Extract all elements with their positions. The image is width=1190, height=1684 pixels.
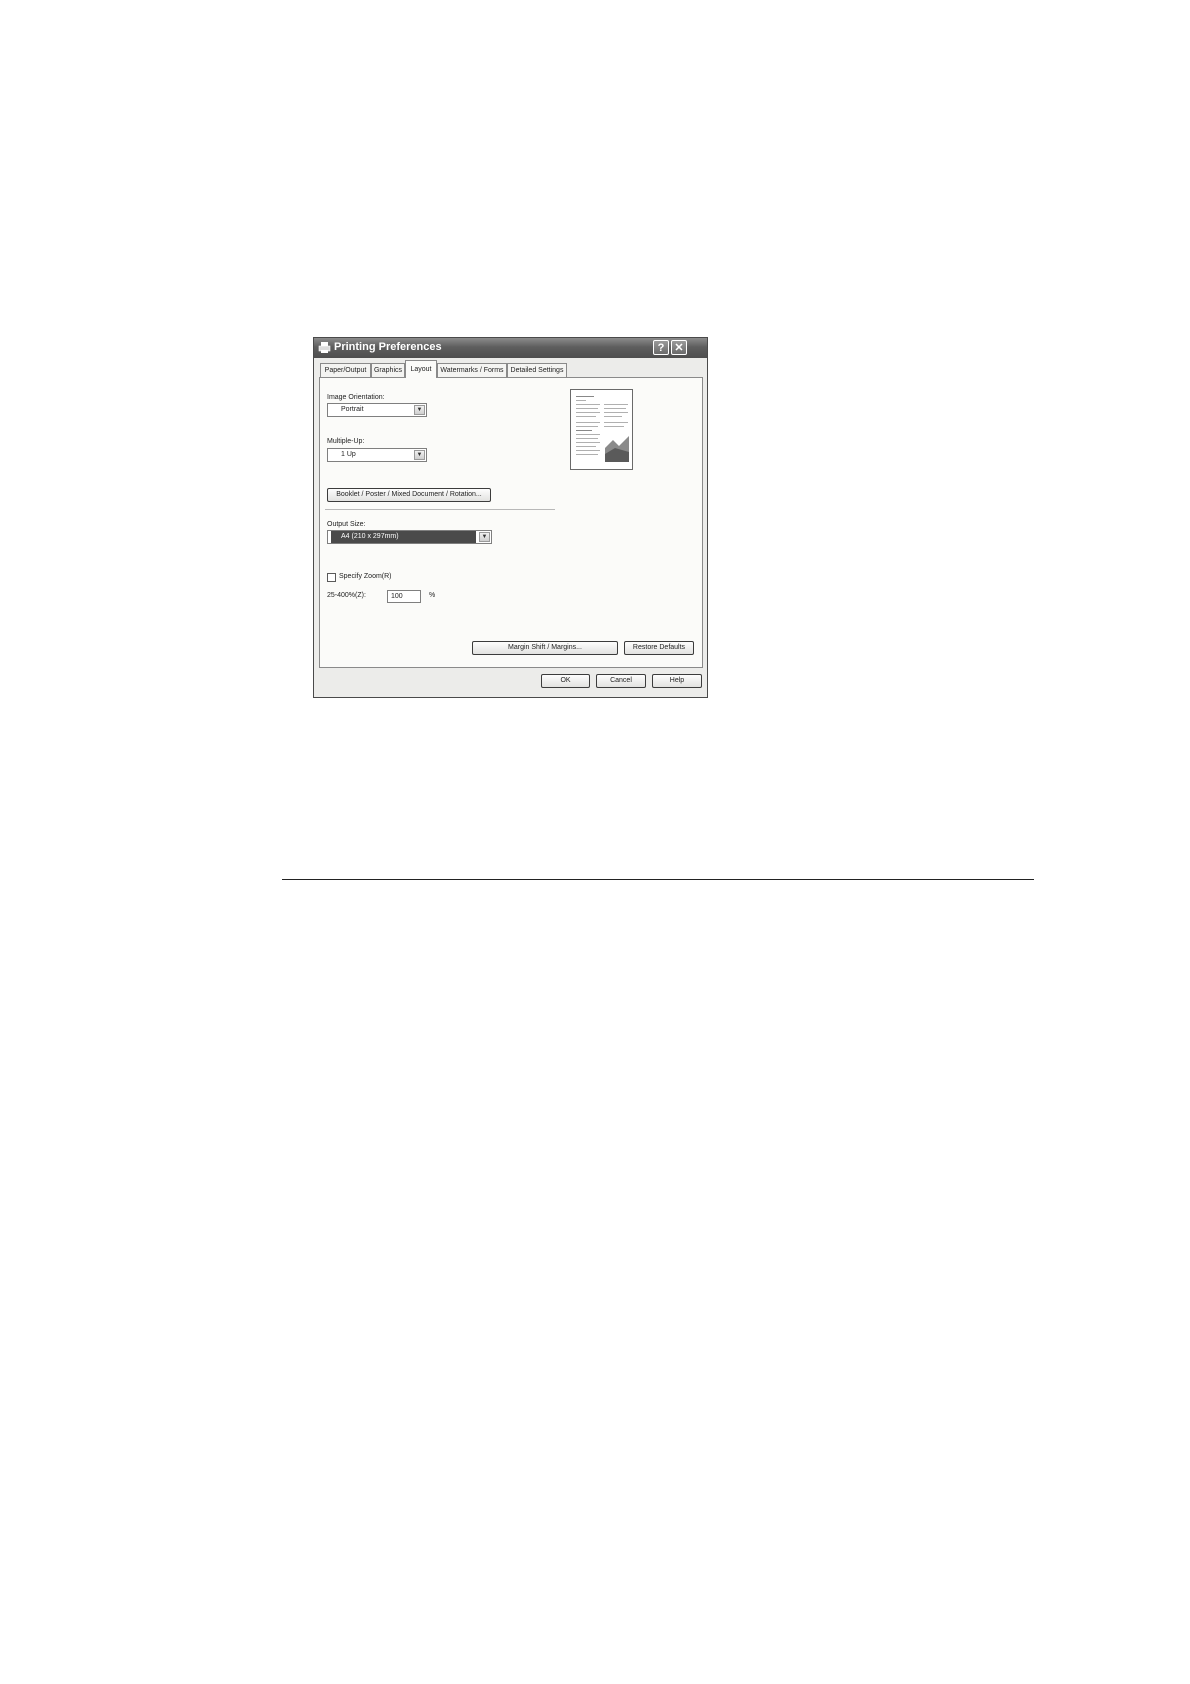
page-divider-line — [282, 879, 1034, 880]
chevron-down-icon[interactable]: ▼ — [479, 532, 490, 542]
restore-defaults-button[interactable]: Restore Defaults — [624, 641, 694, 655]
tab-graphics[interactable]: Graphics — [371, 363, 405, 377]
ok-button[interactable]: OK — [541, 674, 590, 688]
help-button[interactable]: Help — [652, 674, 702, 688]
image-orientation-label: Image Orientation: — [327, 394, 385, 401]
multiple-up-label: Multiple-Up: — [327, 438, 365, 445]
cancel-button[interactable]: Cancel — [596, 674, 646, 688]
tab-layout[interactable]: Layout — [405, 360, 437, 378]
tab-detailed-settings[interactable]: Detailed Settings — [507, 363, 567, 377]
title-bar[interactable]: Printing Preferences ? ✕ — [314, 338, 707, 358]
zoom-unit-label: % — [429, 592, 436, 599]
layout-panel: Image Orientation: Portrait ▼ Multiple-U… — [319, 377, 703, 668]
zoom-percent-input[interactable]: 100 — [387, 590, 421, 603]
specify-zoom-label: Specify Zoom(R) — [339, 573, 392, 580]
preview-graphic-icon — [605, 436, 629, 462]
image-orientation-select[interactable]: Portrait ▼ — [327, 403, 427, 417]
output-size-label: Output Size: — [327, 521, 366, 528]
help-title-button[interactable]: ? — [653, 340, 669, 355]
specify-zoom-checkbox[interactable] — [327, 573, 336, 582]
chevron-down-icon[interactable]: ▼ — [414, 405, 425, 415]
output-size-value: A4 (210 x 297mm) — [331, 531, 476, 543]
tab-watermarks-forms[interactable]: Watermarks / Forms — [437, 363, 507, 377]
chevron-down-icon[interactable]: ▼ — [414, 450, 425, 460]
close-button[interactable]: ✕ — [671, 340, 687, 355]
printing-preferences-dialog: Printing Preferences ? ✕ Paper/Output Gr… — [313, 337, 708, 698]
printer-icon — [318, 342, 331, 353]
image-orientation-value: Portrait — [341, 406, 364, 413]
zoom-range-label: 25-400%(Z): — [327, 592, 366, 599]
page-preview-icon — [570, 389, 633, 470]
margin-shift-button[interactable]: Margin Shift / Margins... — [472, 641, 618, 655]
booklet-poster-button[interactable]: Booklet / Poster / Mixed Document / Rota… — [327, 488, 491, 502]
output-size-select[interactable]: A4 (210 x 297mm) ▼ — [327, 530, 492, 544]
multiple-up-select[interactable]: 1 Up ▼ — [327, 448, 427, 462]
multiple-up-value: 1 Up — [341, 451, 356, 458]
section-divider — [325, 509, 555, 510]
tab-paper-output[interactable]: Paper/Output — [320, 363, 371, 377]
dialog-title: Printing Preferences — [334, 341, 442, 353]
